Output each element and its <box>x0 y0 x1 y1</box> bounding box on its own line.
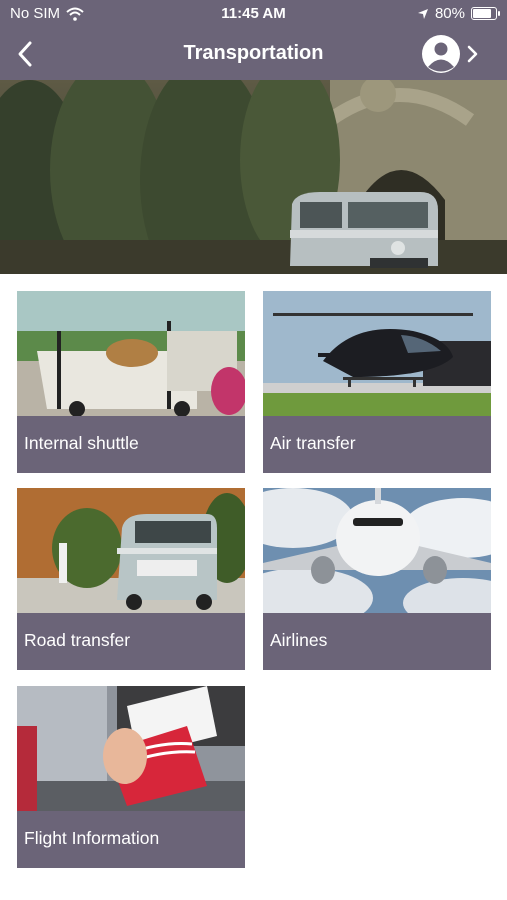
airplane-photo <box>263 488 491 613</box>
tile-label: Air transfer <box>270 433 356 453</box>
tile-internal-shuttle[interactable]: Internal shuttle <box>17 291 245 473</box>
tile-label: Road transfer <box>24 630 131 650</box>
profile-button[interactable] <box>421 34 487 74</box>
battery-fill <box>473 9 491 18</box>
chevron-right-icon <box>467 45 478 63</box>
nav-bar: Transportation <box>0 28 507 80</box>
tile-label: Airlines <box>270 630 328 650</box>
tile-label: Flight Information <box>24 828 160 848</box>
tile-road-transfer[interactable]: Road transfer <box>17 488 245 670</box>
status-right-group: 80% <box>417 5 500 22</box>
tile-air-transfer[interactable]: Air transfer <box>263 291 491 473</box>
tile-flight-information[interactable]: Flight Information <box>17 686 245 868</box>
hero-photo <box>0 80 507 274</box>
battery-icon <box>471 7 500 20</box>
helicopter-photo <box>263 291 491 416</box>
user-circle-icon <box>422 35 460 73</box>
location-arrow-icon <box>417 8 428 19</box>
status-bar: No SIM 11:45 AM 80% <box>0 0 507 28</box>
hero-image <box>0 80 507 274</box>
vw-van-photo <box>17 488 245 613</box>
battery-percent: 80% <box>434 5 465 22</box>
golf-cart-photo <box>17 291 245 416</box>
boarding-pass-photo <box>17 686 245 811</box>
tile-airlines[interactable]: Airlines <box>263 488 491 670</box>
tile-label: Internal shuttle <box>24 433 139 453</box>
